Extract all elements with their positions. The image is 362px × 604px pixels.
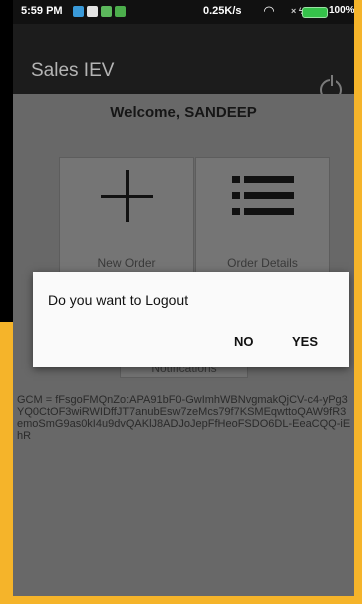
background-strip-right xyxy=(354,0,362,604)
no-button[interactable]: NO xyxy=(234,334,254,349)
app-bar: Sales IEV xyxy=(13,24,354,101)
new-order-button[interactable]: New Order xyxy=(59,157,194,281)
notification-icon-1 xyxy=(73,6,84,17)
battery-icon xyxy=(302,7,328,18)
status-time: 5:59 PM xyxy=(21,5,63,17)
new-order-label: New Order xyxy=(97,256,156,270)
phone-screen: 5:59 PM 0.25K/s ◠ × ϟ 100% Sales IEV Wel… xyxy=(13,0,354,596)
battery-percent: 100% xyxy=(329,5,354,16)
yes-button[interactable]: YES xyxy=(292,334,318,349)
welcome-text: Welcome, SANDEEP xyxy=(110,104,257,121)
app-title: Sales IEV xyxy=(31,60,115,81)
dialog-message: Do you want to Logout xyxy=(48,292,189,308)
network-speed: 0.25K/s xyxy=(203,5,242,17)
notification-icon-2 xyxy=(87,6,98,17)
background-strip-bottom xyxy=(0,596,362,604)
status-bar: 5:59 PM 0.25K/s ◠ × ϟ 100% xyxy=(13,0,354,24)
plus-icon xyxy=(101,170,153,222)
order-details-label: Order Details xyxy=(227,256,298,270)
list-icon xyxy=(232,176,294,222)
gcm-token-text: GCM = fFsgoFMQnZo:APA91bF0-GwImhWBNvgmak… xyxy=(17,394,351,442)
background-strip-left xyxy=(0,322,13,604)
wifi-icon: ◠ xyxy=(264,3,274,18)
logout-dialog: Do you want to Logout NO YES xyxy=(33,272,349,367)
order-details-button[interactable]: Order Details xyxy=(195,157,330,281)
notification-icon-4 xyxy=(115,6,126,17)
notification-icon-3 xyxy=(101,6,112,17)
